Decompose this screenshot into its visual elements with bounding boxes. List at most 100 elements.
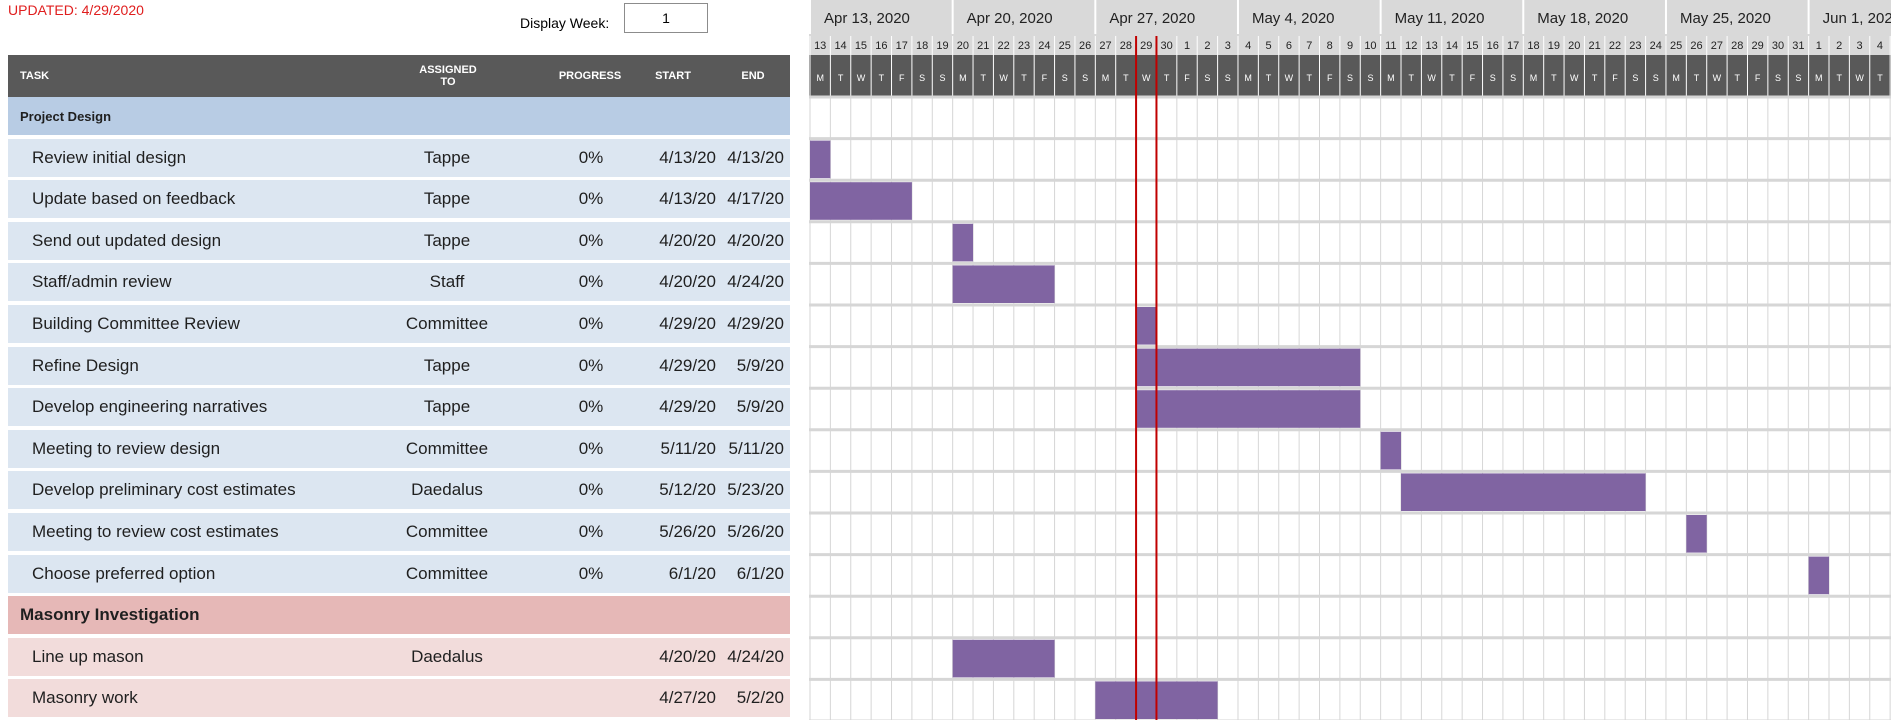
day-number: 7 [1306, 40, 1312, 52]
day-number: 13 [814, 40, 826, 52]
task-progress: 0% [578, 480, 604, 500]
task-row[interactable]: Update based on feedback Tappe 0% 4/13/20 4/… [8, 180, 790, 219]
task-end-date: 4/13/20 [727, 147, 784, 167]
day-number: 17 [896, 40, 908, 52]
day-letter: W [999, 73, 1008, 83]
day-letter: M [959, 73, 967, 83]
day-letter: S [1367, 73, 1373, 83]
task-start-date: 4/20/20 [659, 272, 716, 292]
task-assigned-to: Committee [405, 438, 489, 458]
week-label: Jun 1, 2020 [1823, 10, 1891, 27]
gantt-chart: Apr 13, 2020 Apr 20, 2020 Apr 27, 2020 May … [809, 0, 1891, 720]
column-header-assigned-line2: TO [440, 76, 456, 88]
task-row[interactable]: Develop engineering narratives Tappe 0% 4/2… [8, 388, 790, 427]
task-name: Develop preliminary cost estimates [32, 480, 296, 500]
day-letter: S [1082, 73, 1088, 83]
task-row[interactable]: Meeting to review cost estimates Committe… [8, 513, 790, 551]
task-progress: 0% [578, 522, 604, 541]
task-name: Choose preferred option [32, 563, 216, 583]
day-number: 14 [1446, 40, 1458, 52]
gantt-task-bar [1380, 431, 1402, 470]
day-number: 15 [1466, 40, 1478, 52]
day-number: 17 [1507, 40, 1519, 52]
day-letter: W [857, 73, 866, 83]
gantt-task-bar [952, 639, 1055, 678]
day-number: 22 [1609, 40, 1621, 52]
day-letter: T [1164, 73, 1170, 83]
day-number: 29 [1752, 40, 1764, 52]
task-name: Develop engineering narratives [32, 397, 268, 417]
day-number: 30 [1161, 40, 1173, 52]
day-number: 23 [1629, 40, 1641, 52]
gantt-task-bar [1136, 390, 1361, 428]
task-row[interactable]: Meeting to review design Committee 0% 5/11/… [8, 429, 790, 468]
day-number: 3 [1225, 40, 1231, 52]
day-number: 15 [855, 40, 867, 52]
day-number: 25 [1670, 40, 1682, 52]
updated-date-label: UPDATED: 4/29/2020 [8, 2, 144, 18]
day-letter: T [1551, 73, 1557, 83]
task-row[interactable]: Choose preferred option Committee 0% 6/1/20… [8, 554, 790, 593]
task-start-date: 4/29/20 [659, 397, 716, 417]
day-letter: M [1815, 73, 1823, 83]
day-letter: F [1184, 73, 1190, 83]
day-letter: S [1204, 73, 1210, 83]
task-end-date: 5/11/20 [728, 438, 784, 458]
day-number: 26 [1690, 40, 1702, 52]
section-row[interactable]: Project Design [8, 97, 790, 135]
gantt-task-bar [1686, 515, 1707, 553]
day-letter: W [1142, 73, 1151, 83]
task-end-date: 5/9/20 [736, 355, 784, 375]
gantt-task-bar [810, 140, 831, 179]
task-name: Update based on feedback [32, 189, 236, 209]
task-progress: 0% [578, 314, 604, 333]
task-row[interactable]: Develop preliminary cost estimates Daedal… [8, 471, 790, 510]
day-letter: T [1735, 73, 1741, 83]
day-letter: M [1244, 73, 1252, 83]
task-assigned-to: Daedalus [411, 646, 483, 666]
task-row[interactable]: Building Committee Review Committee 0% 4/29… [8, 305, 790, 343]
task-name: Line up mason [32, 646, 144, 666]
task-name: Building Committee Review [32, 314, 240, 333]
gantt-task-bar [810, 182, 912, 220]
day-number: 6 [1286, 40, 1292, 52]
day-number: 14 [834, 40, 846, 52]
day-letter: T [1449, 73, 1455, 83]
day-letter: S [1225, 73, 1231, 83]
week-label: May 11, 2020 [1395, 10, 1485, 27]
task-row[interactable]: Send out updated design Tappe 0% 4/20/20 4/2… [8, 221, 790, 260]
task-assigned-to: Staff [429, 272, 465, 292]
task-row[interactable]: Masonry work 4/27/20 5/2/20 [8, 679, 790, 718]
task-start-date: 6/1/20 [668, 563, 716, 583]
column-header-assigned-to: ASSIGNED TO [398, 55, 498, 97]
week-label: May 4, 2020 [1252, 10, 1335, 27]
task-row[interactable]: Line up mason Daedalus 4/20/20 4/24/20 [8, 637, 790, 676]
task-progress: 0% [578, 563, 604, 583]
task-progress: 0% [578, 438, 604, 458]
day-letter: S [1775, 73, 1781, 83]
day-letter: S [1795, 73, 1801, 83]
day-number: 9 [1347, 40, 1353, 52]
day-number: 25 [1059, 40, 1071, 52]
day-number: 18 [1527, 40, 1539, 52]
day-letter: S [1490, 73, 1496, 83]
task-assigned-to: Tappe [423, 355, 471, 375]
task-start-date: 5/11/20 [660, 438, 716, 458]
task-assigned-to: Committee [405, 314, 489, 333]
task-row[interactable]: Staff/admin review Staff 0% 4/20/20 4/24/20 [8, 263, 790, 302]
table-header: TASK ASSIGNED TO PROGRESS START END [8, 55, 790, 97]
section-row[interactable]: Masonry Investigation [8, 596, 790, 635]
gantt-timeline: Apr 13, 2020 Apr 20, 2020 Apr 27, 2020 May … [809, 0, 1891, 720]
task-end-date: 4/24/20 [727, 646, 784, 666]
task-assigned-to: Committee [405, 522, 489, 541]
day-number: 13 [1425, 40, 1437, 52]
week-label: Apr 27, 2020 [1109, 10, 1195, 27]
column-header-start: START [655, 70, 691, 82]
day-letter: F [1755, 73, 1761, 83]
day-letter: F [1042, 73, 1048, 83]
week-label: Apr 13, 2020 [824, 10, 910, 27]
task-row[interactable]: Review initial design Tappe 0% 4/13/20 4/13/… [8, 138, 790, 177]
task-row[interactable]: Refine Design Tappe 0% 4/29/20 5/9/20 [8, 346, 790, 385]
day-number: 18 [916, 40, 928, 52]
display-week-input[interactable] [624, 3, 708, 33]
